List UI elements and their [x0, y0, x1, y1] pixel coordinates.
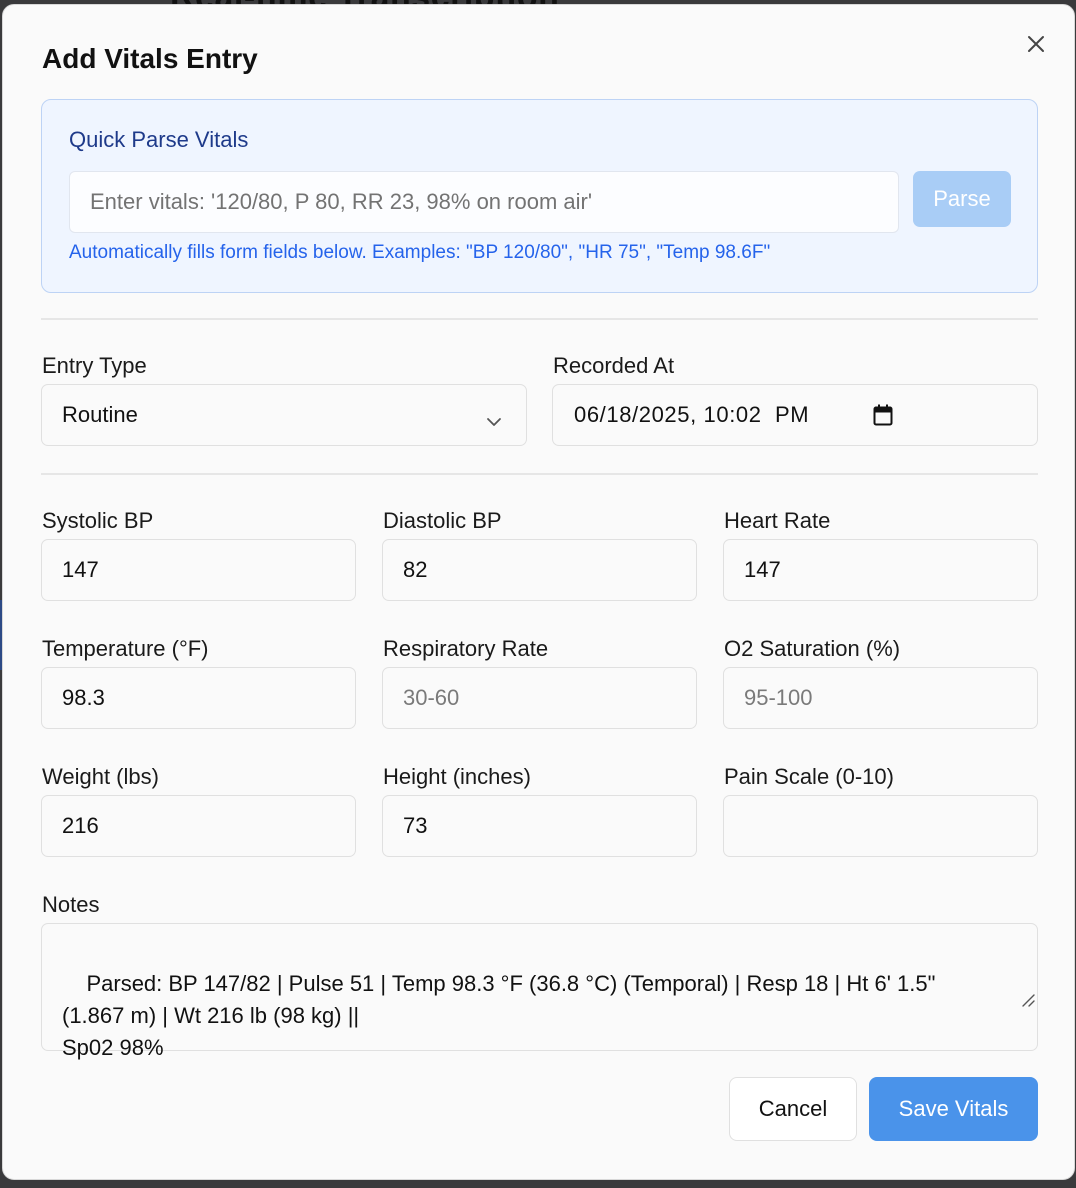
recorded-at-value: 06/18/2025, 10:02 PM: [574, 402, 810, 427]
temperature-input[interactable]: [41, 667, 356, 729]
o2-saturation-input[interactable]: [723, 667, 1038, 729]
diastolic-input[interactable]: [382, 539, 697, 601]
systolic-input[interactable]: [41, 539, 356, 601]
parse-button[interactable]: Parse: [913, 171, 1011, 227]
pain-scale-input[interactable]: [723, 795, 1038, 857]
entry-type-value: Routine: [62, 402, 138, 427]
close-icon: [1027, 35, 1045, 56]
pain-scale-label: Pain Scale (0-10): [724, 764, 894, 789]
quick-parse-panel: Quick Parse Vitals Parse Automatically f…: [41, 99, 1038, 293]
height-input[interactable]: [382, 795, 697, 857]
save-vitals-button[interactable]: Save Vitals: [869, 1077, 1038, 1141]
respiratory-rate-input[interactable]: [382, 667, 697, 729]
recorded-at-input[interactable]: 06/18/2025, 10:02 PM: [552, 384, 1038, 446]
notes-textarea[interactable]: Parsed: BP 147/82 | Pulse 51 | Temp 98.3…: [41, 923, 1038, 1060]
add-vitals-dialog: Add Vitals Entry Quick Parse Vitals Pars…: [2, 4, 1075, 1180]
heart-rate-input[interactable]: [723, 539, 1038, 601]
cancel-button[interactable]: Cancel: [729, 1077, 857, 1141]
weight-input[interactable]: [41, 795, 356, 857]
divider: [41, 318, 1038, 320]
close-button[interactable]: [1022, 31, 1050, 59]
quick-parse-input[interactable]: [69, 171, 899, 233]
diastolic-label: Diastolic BP: [383, 508, 502, 533]
o2-saturation-label: O2 Saturation (%): [724, 636, 901, 661]
recorded-at-label: Recorded At: [553, 353, 675, 378]
notes-text: Parsed: BP 147/82 | Pulse 51 | Temp 98.3…: [62, 971, 936, 1060]
chevron-down-icon: [486, 407, 502, 433]
divider: [41, 473, 1038, 475]
respiratory-rate-label: Respiratory Rate: [383, 636, 549, 661]
notes-label: Notes: [42, 892, 100, 917]
heart-rate-label: Heart Rate: [724, 508, 831, 533]
quick-parse-title: Quick Parse Vitals: [69, 127, 249, 152]
entry-type-select[interactable]: Routine: [41, 384, 527, 446]
entry-type-label: Entry Type: [42, 353, 147, 378]
calendar-icon[interactable]: [873, 404, 893, 432]
quick-parse-hint: Automatically fills form fields below. E…: [69, 242, 771, 263]
dialog-title: Add Vitals Entry: [42, 43, 258, 74]
height-label: Height (inches): [383, 764, 531, 789]
resize-handle-icon[interactable]: [982, 952, 1035, 1048]
weight-label: Weight (lbs): [42, 764, 159, 789]
temperature-label: Temperature (°F): [42, 636, 209, 661]
systolic-label: Systolic BP: [42, 508, 154, 533]
